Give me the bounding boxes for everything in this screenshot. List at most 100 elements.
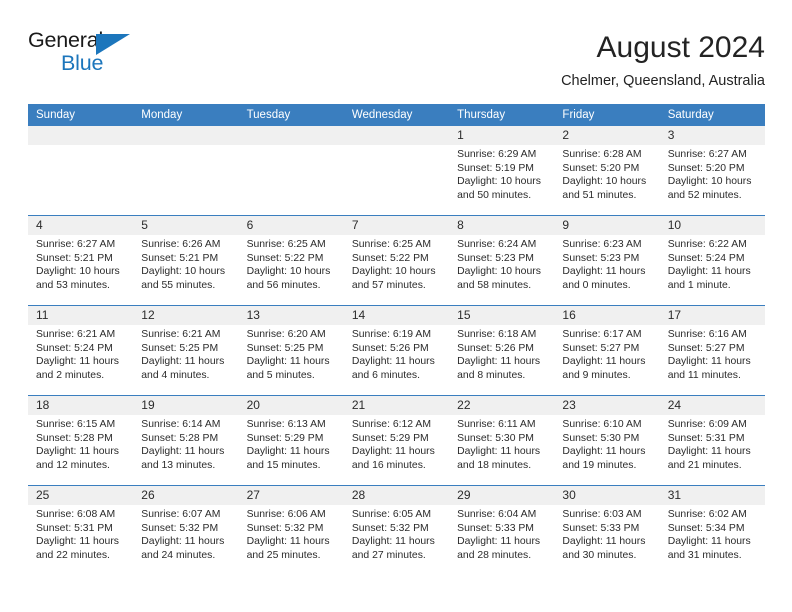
day-cell[interactable]: 14 Sunrise: 6:19 AM Sunset: 5:26 PM Dayligh… <box>344 306 449 396</box>
weekday-header-wednesday: Wednesday <box>351 109 413 121</box>
weekday-header-friday: Friday <box>562 109 595 121</box>
day-cell[interactable]: 19 Sunrise: 6:14 AM Sunset: 5:28 PM Dayligh… <box>133 396 238 486</box>
sunset-text: Sunset: 5:32 PM <box>246 522 324 534</box>
daylight-text: Daylight: 10 hours and 52 minutes. <box>667 176 752 201</box>
sunrise-text: Sunrise: 6:22 AM <box>667 239 747 250</box>
daylight-text: Daylight: 11 hours and 27 minutes. <box>351 536 435 561</box>
day-cell[interactable]: 23 Sunrise: 6:10 AM Sunset: 5:30 PM Dayligh… <box>554 396 659 486</box>
sunrise-text: Sunrise: 6:21 AM <box>36 329 116 340</box>
day-cell[interactable]: 24 Sunrise: 6:09 AM Sunset: 5:31 PM Dayligh… <box>660 396 765 486</box>
day-cell-empty <box>133 126 238 216</box>
day-cell[interactable]: 3 Sunrise: 6:27 AM Sunset: 5:20 PM Daylight… <box>660 126 765 216</box>
day-number: 25 <box>36 488 50 502</box>
day-cell[interactable]: 2 Sunrise: 6:28 AM Sunset: 5:20 PM Daylight… <box>554 126 659 216</box>
day-info: Sunrise: 6:04 AM Sunset: 5:33 PM Daylight:… <box>457 508 550 562</box>
calendar-page: General Blue August 2024 Chelmer, Queens… <box>0 0 792 612</box>
day-cell[interactable]: 12 Sunrise: 6:21 AM Sunset: 5:25 PM Dayligh… <box>133 306 238 396</box>
day-cell[interactable]: 17 Sunrise: 6:16 AM Sunset: 5:27 PM Dayligh… <box>660 306 765 396</box>
day-cell[interactable]: 4 Sunrise: 6:27 AM Sunset: 5:21 PM Daylight… <box>28 216 133 306</box>
day-cell[interactable]: 6 Sunrise: 6:25 AM Sunset: 5:22 PM Daylight… <box>239 216 344 306</box>
daylight-text: Daylight: 11 hours and 22 minutes. <box>36 536 119 561</box>
daylight-text: Daylight: 10 hours and 50 minutes. <box>457 176 541 201</box>
sunrise-text: Sunrise: 6:08 AM <box>36 509 116 520</box>
day-cell[interactable]: 8 Sunrise: 6:24 AM Sunset: 5:23 PM Daylight… <box>449 216 554 306</box>
day-info: Sunrise: 6:28 AM Sunset: 5:20 PM Daylight:… <box>562 148 655 202</box>
day-info: Sunrise: 6:17 AM Sunset: 5:27 PM Daylight:… <box>562 328 655 382</box>
day-info: Sunrise: 6:20 AM Sunset: 5:25 PM Daylight:… <box>247 328 340 382</box>
day-cell[interactable]: 22 Sunrise: 6:11 AM Sunset: 5:30 PM Dayligh… <box>449 396 554 486</box>
sunrise-text: Sunrise: 6:13 AM <box>246 419 326 430</box>
weekday-header-saturday: Saturday <box>667 109 714 121</box>
sunrise-text: Sunrise: 6:29 AM <box>457 149 537 160</box>
daylight-text: Daylight: 11 hours and 9 minutes. <box>562 356 646 381</box>
logo-text-general: General <box>28 28 104 52</box>
day-info: Sunrise: 6:22 AM Sunset: 5:24 PM Daylight:… <box>668 238 761 292</box>
day-number: 12 <box>141 308 155 322</box>
day-info: Sunrise: 6:15 AM Sunset: 5:28 PM Daylight:… <box>36 418 129 472</box>
calendar-body: 1 Sunrise: 6:29 AM Sunset: 5:19 PM Daylight… <box>28 126 765 576</box>
day-info: Sunrise: 6:29 AM Sunset: 5:19 PM Daylight:… <box>457 148 550 202</box>
day-cell[interactable]: 28 Sunrise: 6:05 AM Sunset: 5:32 PM Dayligh… <box>344 486 449 576</box>
day-number: 22 <box>457 398 471 412</box>
sunset-text: Sunset: 5:26 PM <box>457 342 534 354</box>
sunrise-text: Sunrise: 6:06 AM <box>246 509 326 520</box>
day-number: 21 <box>351 398 366 412</box>
day-cell[interactable]: 25 Sunrise: 6:08 AM Sunset: 5:31 PM Dayligh… <box>28 486 133 576</box>
sunrise-text: Sunrise: 6:07 AM <box>141 509 221 520</box>
sunset-text: Sunset: 5:34 PM <box>667 522 745 534</box>
day-cell[interactable]: 18 Sunrise: 6:15 AM Sunset: 5:28 PM Dayligh… <box>28 396 133 486</box>
sunset-text: Sunset: 5:32 PM <box>351 522 429 534</box>
day-cell[interactable]: 16 Sunrise: 6:17 AM Sunset: 5:27 PM Dayligh… <box>554 306 659 396</box>
day-number: 17 <box>667 308 682 322</box>
day-info: Sunrise: 6:12 AM Sunset: 5:29 PM Daylight:… <box>352 418 445 472</box>
day-cell[interactable]: 20 Sunrise: 6:13 AM Sunset: 5:29 PM Dayligh… <box>239 396 344 486</box>
day-info: Sunrise: 6:07 AM Sunset: 5:32 PM Daylight:… <box>141 508 234 562</box>
day-number: 1 <box>457 128 464 142</box>
day-cell[interactable]: 7 Sunrise: 6:25 AM Sunset: 5:22 PM Daylight… <box>344 216 449 306</box>
calendar-week-row: 4 Sunrise: 6:27 AM Sunset: 5:21 PM Daylight… <box>28 216 765 306</box>
week-cells: 4 Sunrise: 6:27 AM Sunset: 5:21 PM Daylight… <box>28 216 765 306</box>
page-header: General Blue August 2024 Chelmer, Queens… <box>28 28 765 96</box>
day-cell[interactable]: 9 Sunrise: 6:23 AM Sunset: 5:23 PM Daylight… <box>554 216 659 306</box>
sunset-text: Sunset: 5:30 PM <box>562 432 640 444</box>
day-cell[interactable]: 30 Sunrise: 6:03 AM Sunset: 5:33 PM Dayligh… <box>554 486 659 576</box>
week-cells: 1 Sunrise: 6:29 AM Sunset: 5:19 PM Daylight… <box>28 126 765 216</box>
day-number: 5 <box>141 218 148 232</box>
title-block: August 2024 Chelmer, Queensland, Austral… <box>561 28 765 91</box>
day-number: 7 <box>351 218 359 232</box>
sunrise-text: Sunrise: 6:25 AM <box>351 239 431 250</box>
daylight-text: Daylight: 11 hours and 25 minutes. <box>246 536 330 561</box>
day-cell[interactable]: 13 Sunrise: 6:20 AM Sunset: 5:25 PM Dayligh… <box>239 306 344 396</box>
day-cell-empty <box>28 126 133 216</box>
daylight-text: Daylight: 10 hours and 57 minutes. <box>351 266 436 291</box>
day-cell[interactable]: 29 Sunrise: 6:04 AM Sunset: 5:33 PM Dayligh… <box>449 486 554 576</box>
generalblue-logo[interactable]: General Blue <box>28 28 148 86</box>
day-cell[interactable]: 1 Sunrise: 6:29 AM Sunset: 5:19 PM Daylight… <box>449 126 554 216</box>
day-cell[interactable]: 10 Sunrise: 6:22 AM Sunset: 5:24 PM Dayligh… <box>660 216 765 306</box>
daylight-text: Daylight: 11 hours and 16 minutes. <box>351 446 435 471</box>
day-info: Sunrise: 6:08 AM Sunset: 5:31 PM Daylight:… <box>36 508 129 562</box>
day-number: 14 <box>351 308 366 322</box>
sunset-text: Sunset: 5:27 PM <box>562 342 640 354</box>
day-cell[interactable]: 26 Sunrise: 6:07 AM Sunset: 5:32 PM Dayligh… <box>133 486 238 576</box>
day-info: Sunrise: 6:02 AM Sunset: 5:34 PM Daylight:… <box>668 508 761 562</box>
sunset-text: Sunset: 5:22 PM <box>246 252 324 264</box>
day-cell[interactable]: 31 Sunrise: 6:02 AM Sunset: 5:34 PM Dayligh… <box>660 486 765 576</box>
day-cell[interactable]: 5 Sunrise: 6:26 AM Sunset: 5:21 PM Daylight… <box>133 216 238 306</box>
sunset-text: Sunset: 5:20 PM <box>562 162 640 174</box>
daylight-text: Daylight: 11 hours and 0 minutes. <box>562 266 646 291</box>
day-cell[interactable]: 21 Sunrise: 6:12 AM Sunset: 5:29 PM Dayligh… <box>344 396 449 486</box>
day-cell[interactable]: 27 Sunrise: 6:06 AM Sunset: 5:32 PM Dayligh… <box>239 486 344 576</box>
day-info: Sunrise: 6:09 AM Sunset: 5:31 PM Daylight:… <box>668 418 761 472</box>
day-cell[interactable]: 15 Sunrise: 6:18 AM Sunset: 5:26 PM Dayligh… <box>449 306 554 396</box>
sunrise-text: Sunrise: 6:14 AM <box>141 419 221 430</box>
day-cell[interactable]: 11 Sunrise: 6:21 AM Sunset: 5:24 PM Dayligh… <box>28 306 133 396</box>
calendar-grid: Sunday Monday Tuesday Wednesday Thursday Frid… <box>28 104 765 576</box>
daylight-text: Daylight: 10 hours and 55 minutes. <box>141 266 226 291</box>
sunrise-text: Sunrise: 6:28 AM <box>562 149 642 160</box>
day-number: 6 <box>246 218 254 232</box>
sunset-text: Sunset: 5:28 PM <box>36 432 113 444</box>
daylight-text: Daylight: 10 hours and 58 minutes. <box>457 266 541 291</box>
sunrise-text: Sunrise: 6:03 AM <box>562 509 642 520</box>
sunset-text: Sunset: 5:26 PM <box>351 342 429 354</box>
